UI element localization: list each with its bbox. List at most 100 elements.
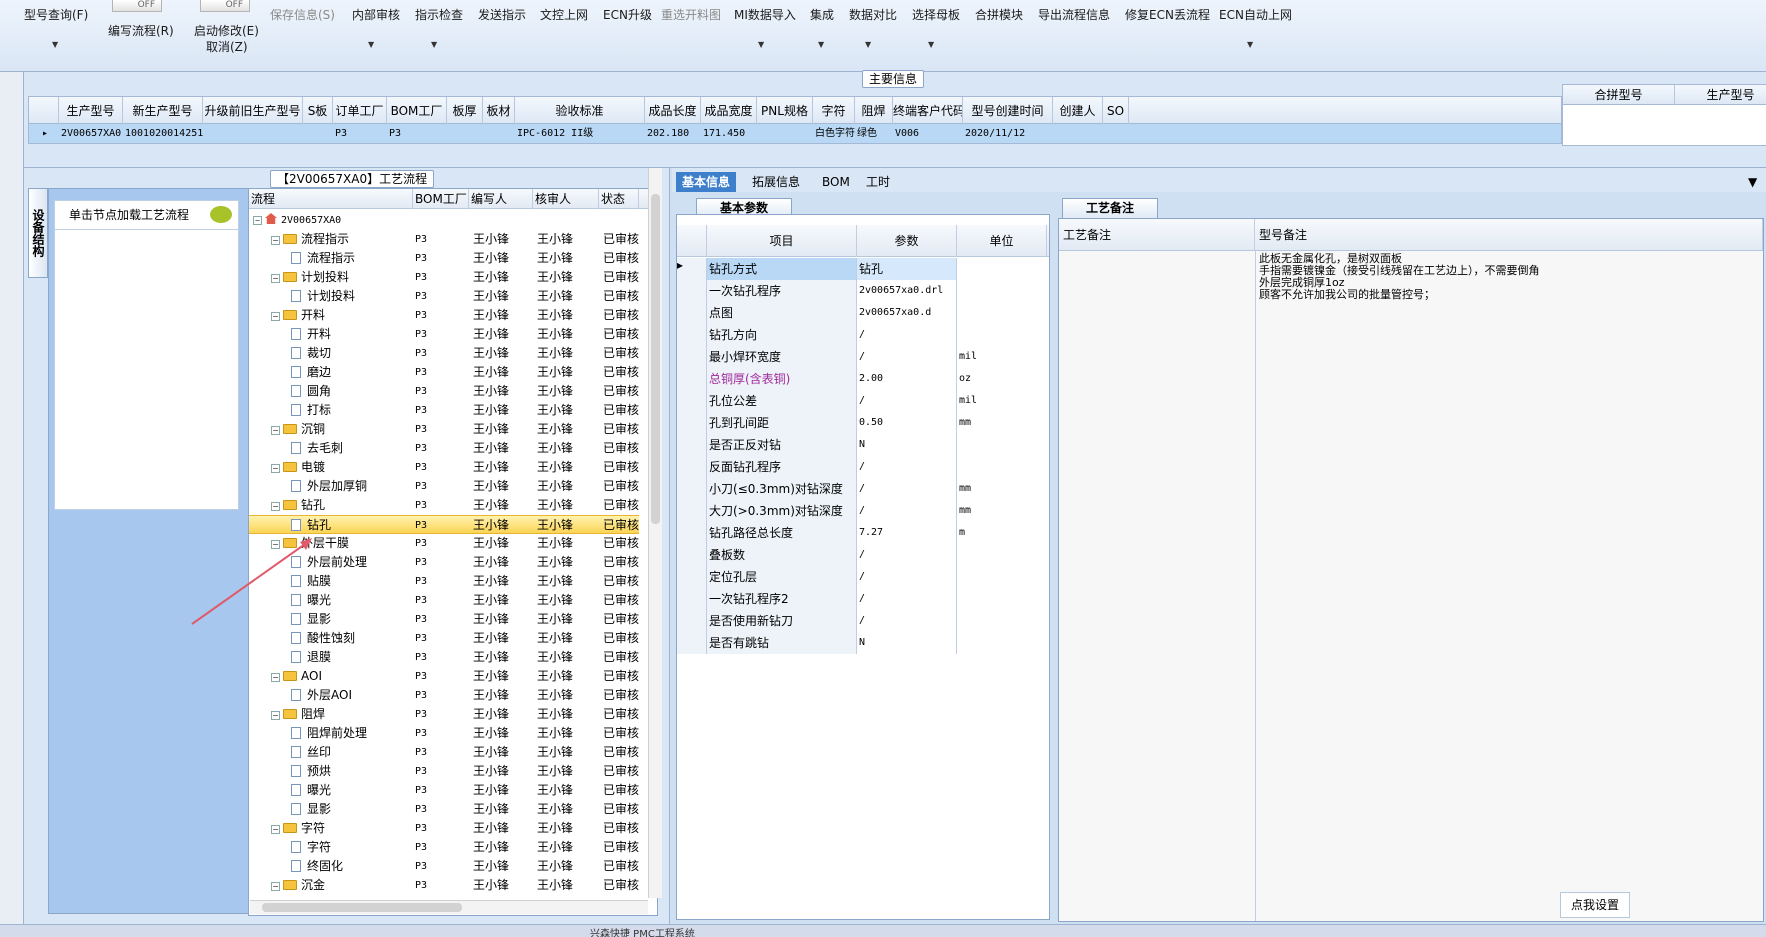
merge-grid[interactable]: 合拼型号 生产型号 [1562,84,1766,146]
row-selector[interactable] [677,390,707,412]
main-col-header-7[interactable]: 板材 [483,97,515,125]
main-col-header-1[interactable]: 新生产型号 [123,97,203,125]
tab-process-remarks[interactable]: 工艺备注 [1062,198,1158,218]
tree-row[interactable]: 外层AOI P3 王小锋 王小锋 已审核 [249,686,639,705]
main-cell-16[interactable] [1053,124,1103,144]
tree-row[interactable]: − 钻孔 P3 王小锋 王小锋 已审核 [249,496,639,515]
main-cell-12[interactable]: 白色字符 [813,124,855,144]
remark-col-header-1[interactable]: 型号备注 [1255,219,1763,251]
row-selector[interactable] [677,544,707,566]
collapse-icon[interactable]: − [271,274,280,283]
params-row[interactable]: 一次钻孔程序2/ [677,588,1049,610]
params-row[interactable]: 总铜厚(含表铜) 2.00 oz [677,368,1049,390]
tree-col-header-0[interactable]: 流程 [249,189,413,209]
tree-row[interactable]: − 电镀 P3 王小锋 王小锋 已审核 [249,458,639,477]
row-selector[interactable] [677,412,707,434]
params-grid[interactable]: 项目 参数 单位 ▸ 钻孔方式 钻孔 一次钻孔程序 2v00657xa0.drl 点图 2v00… [676,214,1050,920]
tab-3[interactable]: 工时 [860,172,896,192]
write-flow-button[interactable]: 编写流程(R) [108,22,174,39]
tabs-menu-icon[interactable]: ▼ [1742,172,1763,192]
main-col-header-12[interactable]: 字符 [813,97,855,125]
row-selector[interactable] [677,434,707,456]
param-value-cell[interactable]: 7.27 [857,522,957,544]
main-cell-8[interactable]: IPC-6012 II级 [515,124,645,144]
main-cell-14[interactable]: V006 [893,124,963,144]
main-cell-10[interactable]: 171.450 [701,124,757,144]
merge-col-header-0[interactable]: 合拼型号 [1563,85,1675,105]
tree-row[interactable]: 钻孔 P3 王小锋 王小锋 已审核 [249,515,639,534]
tree-row[interactable]: 圆角 P3 王小锋 王小锋 已审核 [249,382,639,401]
param-value-cell[interactable]: 2.00 [857,368,957,390]
params-row[interactable]: 小刀(≤0.3mm)对钻深度 / mm [677,478,1049,500]
main-cell-1[interactable]: 10010200142510 [123,124,203,144]
collapse-icon[interactable]: − [271,502,280,511]
main-col-header-6[interactable]: 板厚 [447,97,483,125]
hscroll-thumb[interactable] [262,903,462,912]
param-value-cell[interactable]: 2v00657xa0.drl [857,280,957,302]
collapse-icon[interactable]: − [271,312,280,321]
row-selector[interactable] [677,566,707,588]
params-row[interactable]: 一次钻孔程序 2v00657xa0.drl [677,280,1049,302]
params-row[interactable]: 叠板数 / [677,544,1049,566]
params-col-header-1[interactable]: 参数 [857,225,957,257]
params-row[interactable]: 点图 2v00657xa0.d [677,302,1049,324]
vscroll-thumb[interactable] [651,194,660,524]
tree-row[interactable]: 显影 P3 王小锋 王小锋 已审核 [249,800,639,819]
tree-row[interactable]: 流程指示 P3 王小锋 王小锋 已审核 [249,249,639,268]
main-col-header-11[interactable]: PNL规格 [757,97,813,125]
main-cell-13[interactable]: 绿色 [855,124,893,144]
tree-row[interactable]: 阻焊前处理 P3 王小锋 王小锋 已审核 [249,724,639,743]
tree-col-header-3[interactable]: 核审人 [533,189,599,209]
param-value-cell[interactable]: N [857,632,957,654]
row-selector[interactable] [677,500,707,522]
model-remark-text[interactable]: 此板无金属化孔，是树双面板 手指需要镀镍金（接受引线残留在工艺边上），不需要倒角… [1259,253,1749,301]
params-row[interactable]: 是否使用新钻刀 / [677,610,1049,632]
tree-row[interactable]: 曝光 P3 王小锋 王小锋 已审核 [249,781,639,800]
process-tree-vscroll[interactable] [648,168,662,898]
tree-row[interactable]: 去毛刺 P3 王小锋 王小锋 已审核 [249,439,639,458]
collapse-icon[interactable]: − [271,236,280,245]
equipment-structure-tab[interactable]: 设备结构 [28,188,48,278]
row-selector[interactable] [677,302,707,324]
row-selector[interactable] [677,610,707,632]
main-col-header-13[interactable]: 阻焊 [855,97,893,125]
param-value-cell[interactable]: / [857,544,957,566]
main-col-header-17[interactable]: SO [1103,97,1129,125]
collapse-icon[interactable]: − [253,216,262,225]
params-row[interactable]: 钻孔路径总长度 7.27 m [677,522,1049,544]
settings-button[interactable]: 点我设置 [1560,892,1630,918]
cancel-button[interactable]: 取消(Z) [206,38,248,55]
tree-col-header-1[interactable]: BOM工厂 [413,189,469,209]
main-cell-5[interactable]: P3 [387,124,447,144]
collapse-icon[interactable]: − [271,426,280,435]
remark-col-header-0[interactable]: 工艺备注 [1059,219,1255,251]
main-cell-17[interactable] [1103,124,1129,144]
main-cell-11[interactable] [757,124,813,144]
tree-row[interactable]: 外层加厚铜 P3 王小锋 王小锋 已审核 [249,477,639,496]
collapse-icon[interactable]: − [271,711,280,720]
param-value-cell[interactable]: / [857,588,957,610]
param-value-cell[interactable]: N [857,434,957,456]
params-col-header-2[interactable]: 单位 [957,225,1047,257]
params-row[interactable]: 定位孔层 / [677,566,1049,588]
main-cell-7[interactable] [483,124,515,144]
tab-0[interactable]: 基本信息 [676,172,737,192]
main-cell-2[interactable] [203,124,303,144]
main-col-header-4[interactable]: 订单工厂 [333,97,387,125]
main-cell-9[interactable]: 202.180 [645,124,701,144]
params-row[interactable]: 孔位公差 / mil [677,390,1049,412]
tree-row[interactable]: 丝印 P3 王小锋 王小锋 已审核 [249,743,639,762]
main-col-header-15[interactable]: 型号创建时间 [963,97,1053,125]
params-row[interactable]: 反面钻孔程序 / [677,456,1049,478]
param-value-cell[interactable]: / [857,390,957,412]
tree-row[interactable]: − 沉金 P3 王小锋 王小锋 已审核 [249,876,639,895]
main-col-header-2[interactable]: 升级前旧生产型号 [203,97,303,125]
main-cell-6[interactable] [447,124,483,144]
param-value-cell[interactable]: / [857,566,957,588]
row-selector[interactable] [677,478,707,500]
collapse-icon[interactable]: − [271,882,280,891]
main-col-header-9[interactable]: 成品长度 [645,97,701,125]
row-selector[interactable] [677,588,707,610]
param-value-cell[interactable]: 钻孔 [857,258,957,280]
params-row[interactable]: 钻孔方向 / [677,324,1049,346]
